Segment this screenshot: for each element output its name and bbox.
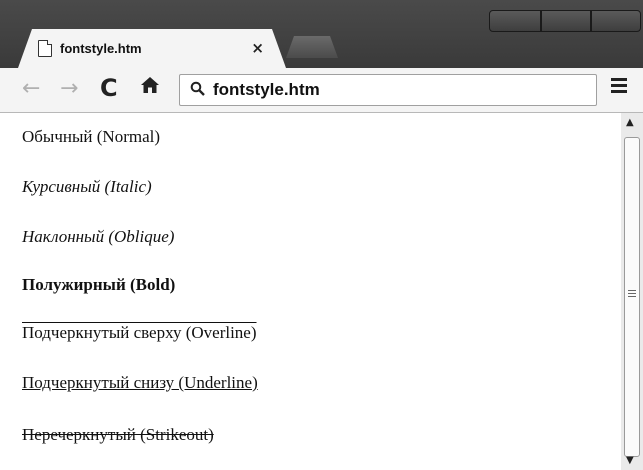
home-icon[interactable] — [140, 75, 160, 100]
page-icon — [38, 40, 52, 57]
scroll-down-icon[interactable]: ▼ — [626, 455, 634, 466]
strikeout-text: Перечеркнутый (Strikeout) — [22, 425, 214, 444]
scrollbar-thumb[interactable] — [624, 137, 640, 457]
forward-icon[interactable]: → — [60, 76, 78, 101]
normal-text: Обычный (Normal) — [22, 127, 161, 146]
tab-fontstyle[interactable]: fontstyle.htm × — [18, 29, 286, 68]
new-tab-button[interactable] — [286, 36, 338, 58]
scroll-up-icon[interactable]: ▲ — [626, 117, 634, 128]
grip-icon — [628, 290, 636, 299]
underline-text: Подчеркнутый снизу (Underline) — [22, 373, 258, 392]
tab-close-icon[interactable]: × — [251, 39, 264, 57]
menu-icon[interactable] — [611, 78, 627, 96]
search-icon — [190, 81, 205, 100]
bold-text: Полужирный (Bold) — [22, 275, 176, 294]
title-bar: fontstyle.htm × — [0, 0, 643, 68]
italic-text: Курсивный (Italic) — [22, 177, 152, 196]
address-text: fontstyle.htm — [213, 80, 320, 99]
back-icon[interactable]: ← — [22, 76, 40, 101]
overline-text: Подчеркнутый сверху (Overline) — [22, 323, 257, 342]
vertical-scrollbar[interactable]: ▲ ▼ — [621, 113, 643, 470]
page-content: Обычный (Normal) Курсивный (Italic) Накл… — [0, 113, 621, 470]
reload-icon[interactable]: C — [100, 74, 118, 102]
minimize-button[interactable] — [489, 10, 541, 32]
oblique-text: Наклонный (Oblique) — [22, 227, 175, 246]
toolbar: ← → C fontstyle.htm — [0, 68, 643, 113]
tab-title: fontstyle.htm — [60, 41, 142, 56]
maximize-button[interactable] — [541, 10, 591, 32]
address-bar[interactable]: fontstyle.htm — [179, 74, 597, 106]
close-window-button[interactable] — [591, 10, 641, 32]
window-controls — [489, 10, 641, 32]
